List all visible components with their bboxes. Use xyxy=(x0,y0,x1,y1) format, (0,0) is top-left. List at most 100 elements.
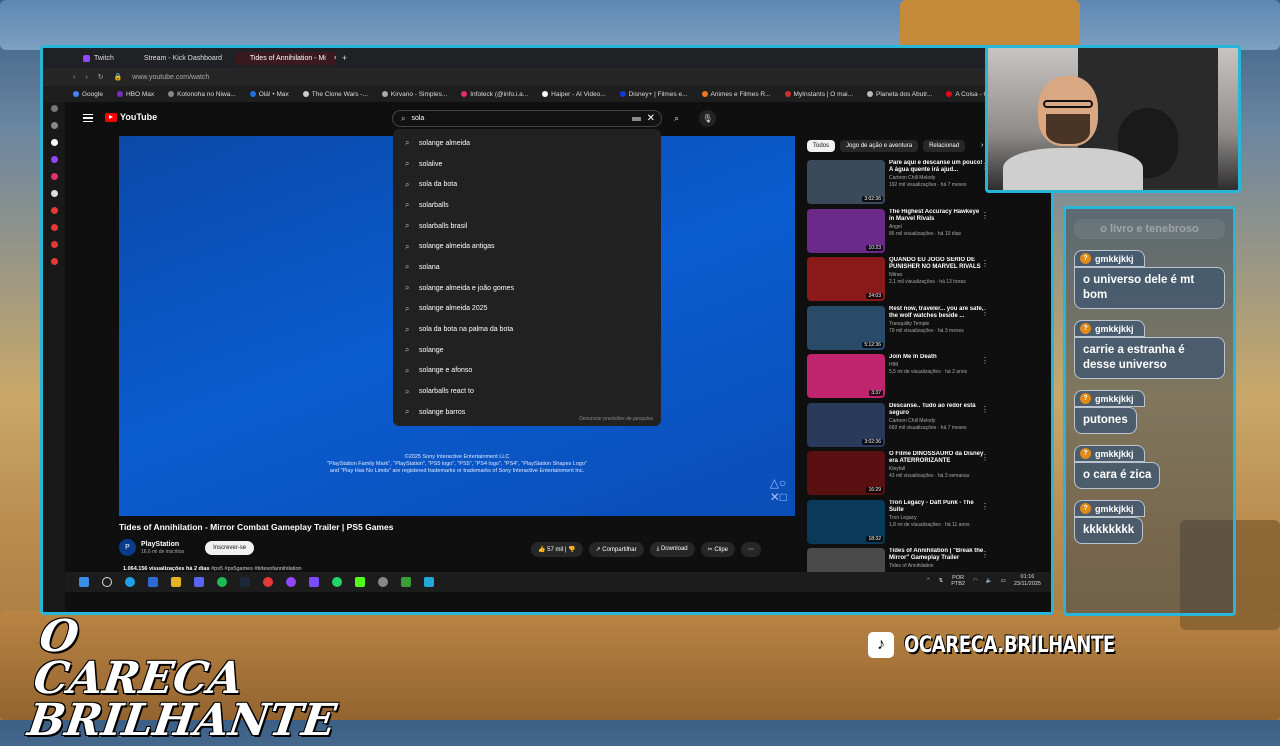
recommendation-channel[interactable]: HIM xyxy=(889,362,985,369)
suggestion-item[interactable]: ⌕ solana xyxy=(393,257,661,278)
language-indicator[interactable]: POR PTB2 xyxy=(951,575,965,587)
video-thumbnail[interactable]: 10:23 xyxy=(807,208,885,253)
recommendation-channel[interactable]: Tides of Annihilation xyxy=(889,563,985,570)
suggestion-item[interactable]: ⌕ solalive xyxy=(393,154,661,175)
sidebar-icon[interactable] xyxy=(50,105,58,112)
chevron-up-icon[interactable]: ⌃ xyxy=(926,578,931,584)
share-button[interactable]: ↗ Compartilhar xyxy=(588,542,644,557)
recommendation-title[interactable]: Tron Legacy - Daft Punk - The Suite xyxy=(889,500,985,514)
video-thumbnail[interactable]: 16:29 xyxy=(807,451,885,495)
bookmark[interactable]: Animes e Filmes R... xyxy=(701,91,771,98)
whatsapp-icon[interactable] xyxy=(332,577,342,587)
recommendation-title[interactable]: Rest now, traveler... you are safe, the … xyxy=(889,306,985,320)
recommendation-item[interactable]: 10:23 The Highest Accuracy Hawkeye in Mar… xyxy=(807,208,989,258)
sidebar-icon[interactable] xyxy=(50,241,58,248)
more-vert-icon[interactable]: ⋮ xyxy=(981,259,989,268)
app-icon[interactable] xyxy=(309,577,319,587)
suggestion-item[interactable]: ⌕ solarballs xyxy=(393,195,661,216)
report-predictions-link[interactable]: Denunciar previsões de pesquisa xyxy=(579,416,653,422)
video-thumbnail[interactable]: 18:32 xyxy=(807,499,885,544)
recommendation-item[interactable]: 3:37 Join Me In Death HIM 5,5 mi de visuali… xyxy=(807,354,989,403)
bookmark[interactable]: Kirvano - Simples... xyxy=(381,91,447,98)
app-icon[interactable] xyxy=(286,577,296,587)
more-vert-icon[interactable]: ⋮ xyxy=(981,211,989,220)
voice-search-button[interactable]: 🎙 xyxy=(699,110,716,127)
tab-youtube[interactable]: Tides of Annihilation - Mi × xyxy=(235,51,336,65)
channel-avatar[interactable]: P xyxy=(119,539,136,556)
tab-kick[interactable]: Stream - Kick Dashboard xyxy=(130,52,230,65)
recommendation-channel[interactable]: Cartoon Chill Melody xyxy=(889,175,985,182)
bookmark[interactable]: Olá! • Max xyxy=(249,91,289,98)
recommendation-item[interactable]: 3:02:36 Pare aqui e descanse um pouco! A … xyxy=(807,160,989,209)
recommendation-title[interactable]: Tides of Annihilation | "Break the Mirro… xyxy=(889,548,985,562)
sidebar-icon[interactable] xyxy=(50,224,58,231)
dislike-icon[interactable]: 👎 xyxy=(568,547,575,553)
app-icon[interactable] xyxy=(424,577,434,587)
more-actions-button[interactable]: ⋯ xyxy=(741,542,762,557)
recommendation-item[interactable]: 18:32 Tron Legacy - Daft Punk - The Suite… xyxy=(807,499,989,549)
suggestion-item[interactable]: ⌕ solange almeida xyxy=(393,133,661,154)
chip-related[interactable]: Relacionad xyxy=(923,140,966,152)
recommendation-title[interactable]: O Filme DINOSSAURO da Disney era ATERROR… xyxy=(889,451,985,465)
bookmark[interactable]: Planeta dos Abutr... xyxy=(867,91,932,98)
channel-name[interactable]: PlayStation xyxy=(141,541,184,549)
like-button[interactable]: 👍 57 mil | 👎 xyxy=(531,542,583,557)
wifi-icon[interactable]: ◠ xyxy=(973,578,978,584)
subscribe-button[interactable]: Inscrever-se xyxy=(205,540,255,555)
app-icon[interactable] xyxy=(355,577,365,587)
sidebar-icon[interactable] xyxy=(50,122,58,129)
new-tab-button[interactable]: + xyxy=(342,53,347,63)
steam-icon[interactable] xyxy=(240,577,250,587)
recommendation-channel[interactable]: Nitrao xyxy=(889,272,985,279)
keyboard-icon[interactable] xyxy=(631,116,641,121)
search-input[interactable]: sola xyxy=(411,115,625,122)
clip-button[interactable]: ✂ Clipe xyxy=(700,542,736,557)
more-vert-icon[interactable]: ⋮ xyxy=(981,308,989,317)
sidebar-icon[interactable] xyxy=(50,207,58,214)
recommendation-title[interactable]: The Highest Accuracy Hawkeye in Marvel R… xyxy=(889,209,985,223)
recommendation-title[interactable]: Descanse.. Tudo ao redor está seguro xyxy=(889,403,985,417)
opera-icon[interactable] xyxy=(263,577,273,587)
speaker-icon[interactable]: 🔈 xyxy=(986,578,993,584)
bookmark[interactable]: Infoteck (@info.i.a... xyxy=(461,91,528,98)
video-thumbnail[interactable]: 3:02:36 xyxy=(807,160,885,204)
bookmark[interactable]: MyInstants | O mai... xyxy=(784,91,853,98)
suggestion-item[interactable]: ⌕ solarballs react to xyxy=(393,381,661,402)
instagram-icon[interactable] xyxy=(50,173,58,180)
search-button[interactable]: ⌕ xyxy=(668,110,685,127)
search-icon[interactable] xyxy=(102,577,112,587)
recommendation-item[interactable]: 24:03 QUANDO EU JOGO SÉRIO DE PUNISHER NO… xyxy=(807,257,989,306)
clock[interactable]: 01:16 23/11/2025 xyxy=(1014,574,1041,588)
settings-icon[interactable] xyxy=(50,258,58,265)
recommendation-channel[interactable]: Kleyfall xyxy=(889,466,985,473)
suggestion-item[interactable]: ⌕ sola da bota na palma da bota xyxy=(393,319,661,340)
suggestion-item[interactable]: ⌕ solarballs brasil xyxy=(393,216,661,237)
recommendation-item[interactable]: 3:02:36 Descanse.. Tudo ao redor está seg… xyxy=(807,402,989,452)
suggestion-item[interactable]: ⌕ solange xyxy=(393,340,661,361)
twitch-icon[interactable] xyxy=(50,156,58,163)
suggestion-item[interactable]: ⌕ solange e afonso xyxy=(393,361,661,382)
bookmark[interactable]: Haiper - AI Video... xyxy=(542,91,606,98)
video-thumbnail[interactable]: 24:03 xyxy=(807,257,885,301)
app-icon[interactable] xyxy=(401,577,411,587)
more-vert-icon[interactable]: ⋮ xyxy=(981,550,989,559)
video-thumbnail[interactable]: 3:37 xyxy=(807,354,885,398)
more-vert-icon[interactable]: ⋮ xyxy=(981,405,989,414)
close-icon[interactable]: × xyxy=(334,55,336,62)
recommendation-channel[interactable]: Tron Legacy xyxy=(889,515,985,522)
search-box[interactable]: ⌕ sola ✕ xyxy=(392,110,662,127)
recommendation-title[interactable]: QUANDO EU JOGO SÉRIO DE PUNISHER NO MARV… xyxy=(889,257,985,271)
reload-icon[interactable]: ↻ xyxy=(98,73,104,81)
bookmark[interactable]: A Coisa - O xyxy=(946,91,989,98)
sidebar-icon[interactable] xyxy=(50,139,58,146)
forward-icon[interactable]: › xyxy=(85,74,87,81)
suggestion-item[interactable]: ⌕ sola da bota xyxy=(393,174,661,195)
bookmark[interactable]: HBO Max xyxy=(116,91,154,98)
tab-twitch[interactable]: Twitch xyxy=(73,52,124,65)
recommendation-channel[interactable]: Cartoon Chill Melody xyxy=(889,418,985,425)
chip-action-adventure[interactable]: Jogo de ação e aventura xyxy=(840,140,919,152)
suggestion-item[interactable]: ⌕ solange almeida e joão gomes xyxy=(393,278,661,299)
back-icon[interactable]: ‹ xyxy=(73,74,75,81)
url-field[interactable]: www.youtube.com/watch xyxy=(132,74,209,81)
bookmark[interactable]: Disney+ | Filmes e... xyxy=(619,91,688,98)
